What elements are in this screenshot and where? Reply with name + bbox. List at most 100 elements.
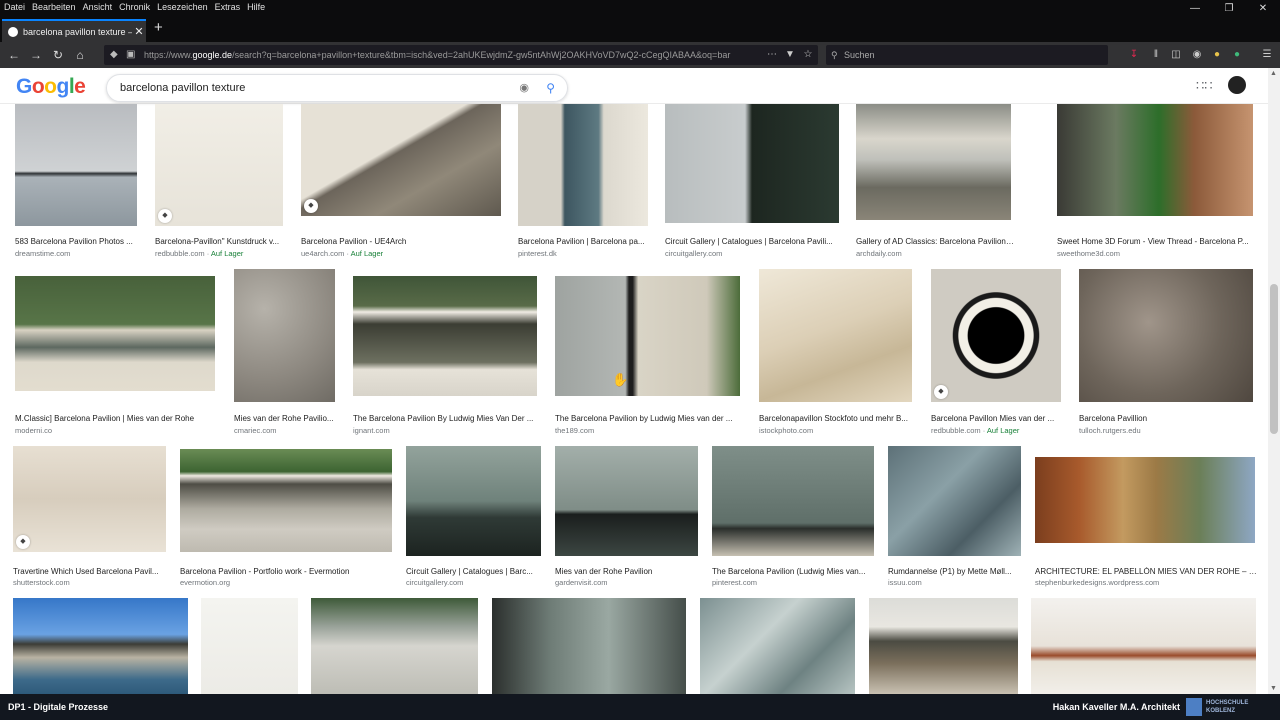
result-source[interactable]: redbubble.com · Auf Lager xyxy=(931,426,1065,435)
result-source[interactable]: the189.com xyxy=(555,426,744,435)
menu-extras[interactable]: Extras xyxy=(215,2,241,12)
result-thumbnail[interactable] xyxy=(234,269,335,402)
result-thumbnail[interactable] xyxy=(1079,269,1253,402)
result-source[interactable]: pinterest.dk xyxy=(518,249,652,258)
back-icon[interactable]: ← xyxy=(3,45,25,65)
result-caption[interactable]: Sweet Home 3D Forum - View Thread - Barc… xyxy=(1057,237,1257,246)
result-thumbnail[interactable] xyxy=(353,276,537,396)
new-tab-button[interactable]: + xyxy=(154,19,163,36)
result-caption[interactable]: Circuit Gallery | Catalogues | Barc... xyxy=(406,567,545,576)
result-thumbnail[interactable] xyxy=(665,104,839,223)
tab-google-search[interactable]: barcelona pavillon texture – Go ✕ xyxy=(2,19,146,42)
result-source[interactable]: sweethome3d.com xyxy=(1057,249,1257,258)
result-caption[interactable]: M.Classic] Barcelona Pavilion | Mies van… xyxy=(15,414,219,423)
result-source[interactable]: tulloch.rutgers.edu xyxy=(1079,426,1257,435)
result-thumbnail[interactable] xyxy=(555,446,698,556)
bookmark-star-icon[interactable]: ☆ xyxy=(800,45,816,65)
library-icon[interactable]: ‖ xyxy=(1148,45,1164,65)
tab-close-icon[interactable]: ✕ xyxy=(132,25,146,38)
result-source[interactable]: cmariec.com xyxy=(234,426,339,435)
result-thumbnail[interactable] xyxy=(1035,457,1255,543)
result-caption[interactable]: ARCHITECTURE: EL PABELLÓN MIES VAN DER R… xyxy=(1035,567,1259,576)
forward-icon[interactable]: → xyxy=(25,45,47,65)
menu-bearbeiten[interactable]: Bearbeiten xyxy=(32,2,76,12)
hamburger-menu-icon[interactable]: ☰ xyxy=(1259,45,1275,65)
result-thumbnail[interactable] xyxy=(712,446,874,556)
result-source[interactable]: issuu.com xyxy=(888,578,1025,587)
result-caption[interactable]: Barcelona Pavilion | Barcelona pa... xyxy=(518,237,652,246)
result-caption[interactable]: The Barcelona Pavilion by Ludwig Mies va… xyxy=(555,414,744,423)
scroll-down-icon[interactable]: ▼ xyxy=(1270,685,1277,692)
result-caption[interactable]: Barcelonapavillon Stockfoto und mehr B..… xyxy=(759,414,916,423)
extension-icon[interactable]: ● xyxy=(1209,45,1225,65)
menu-hilfe[interactable]: Hilfe xyxy=(247,2,265,12)
result-source[interactable]: circuitgallery.com xyxy=(665,249,843,258)
result-thumbnail[interactable] xyxy=(201,598,298,694)
extension-badge-icon[interactable]: ● xyxy=(1229,45,1245,65)
result-caption[interactable]: Circuit Gallery | Catalogues | Barcelona… xyxy=(665,237,843,246)
result-thumbnail[interactable] xyxy=(406,446,541,556)
scroll-up-icon[interactable]: ▲ xyxy=(1270,70,1277,77)
result-caption[interactable]: Barcelona Pavilion - UE4Arch xyxy=(301,237,505,246)
result-thumbnail[interactable] xyxy=(856,104,1011,220)
google-search-input[interactable]: barcelona pavillon texture ◉ ⚲ xyxy=(106,74,568,102)
result-caption[interactable]: Mies van der Rohe Pavilion xyxy=(555,567,702,576)
result-source[interactable]: istockphoto.com xyxy=(759,426,916,435)
page-actions-icon[interactable]: ⋯ xyxy=(764,45,780,65)
result-thumbnail[interactable]: ◆ xyxy=(13,446,166,552)
result-caption[interactable]: Travertine Which Used Barcelona Pavil... xyxy=(13,567,170,576)
result-caption[interactable]: Barcelona Pavilion - Portfolio work - Ev… xyxy=(180,567,396,576)
menu-datei[interactable]: Datei xyxy=(4,2,25,12)
result-thumbnail[interactable] xyxy=(1031,598,1256,694)
lock-icon[interactable]: ▣ xyxy=(126,45,135,65)
result-source[interactable]: stephenburkedesigns.wordpress.com xyxy=(1035,578,1259,587)
result-caption[interactable]: Gallery of AD Classics: Barcelona Pavili… xyxy=(856,237,1015,246)
result-caption[interactable]: Rumdannelse (P1) by Mette Møll... xyxy=(888,567,1025,576)
menu-ansicht[interactable]: Ansicht xyxy=(83,2,113,12)
result-source[interactable]: ignant.com xyxy=(353,426,541,435)
result-caption[interactable]: The Barcelona Pavilion By Ludwig Mies Va… xyxy=(353,414,541,423)
browser-search-box[interactable]: ⚲ Suchen xyxy=(826,45,1108,65)
result-caption[interactable]: Barcelona-Pavillon" Kunstdruck v... xyxy=(155,237,287,246)
result-thumbnail[interactable]: ◆ xyxy=(301,104,501,216)
result-thumbnail[interactable] xyxy=(888,446,1021,556)
result-caption[interactable]: Mies van der Rohe Pavilio... xyxy=(234,414,339,423)
google-logo[interactable]: Google xyxy=(16,75,86,99)
pocket-icon[interactable]: ▼ xyxy=(782,45,798,65)
result-thumbnail[interactable] xyxy=(15,104,137,226)
result-source[interactable]: circuitgallery.com xyxy=(406,578,545,587)
result-source[interactable]: ue4arch.com · Auf Lager xyxy=(301,249,505,258)
reload-icon[interactable]: ↻ xyxy=(47,45,69,65)
result-source[interactable]: dreamstime.com xyxy=(15,249,141,258)
result-caption[interactable]: 583 Barcelona Pavilion Photos ... xyxy=(15,237,141,246)
result-thumbnail[interactable] xyxy=(180,449,392,552)
result-thumbnail[interactable] xyxy=(311,598,478,694)
result-source[interactable]: pinterest.com xyxy=(712,578,878,587)
result-thumbnail[interactable] xyxy=(1057,104,1253,216)
sidebar-icon[interactable]: ◫ xyxy=(1168,45,1184,65)
result-thumbnail[interactable]: ◆ xyxy=(155,104,283,226)
account-icon[interactable]: ◉ xyxy=(1189,45,1205,65)
menu-chronik[interactable]: Chronik xyxy=(119,2,150,12)
apps-grid-icon[interactable]: ∷∷ xyxy=(1196,78,1213,94)
scroll-thumb[interactable] xyxy=(1270,284,1278,434)
result-thumbnail[interactable] xyxy=(555,276,740,396)
camera-icon[interactable]: ◉ xyxy=(519,75,529,101)
result-thumbnail[interactable]: ◆ xyxy=(931,269,1061,402)
result-thumbnail[interactable] xyxy=(869,598,1018,694)
result-source[interactable]: evermotion.org xyxy=(180,578,396,587)
result-caption[interactable]: Barcelona Pavillon Mies van der ... xyxy=(931,414,1065,423)
result-thumbnail[interactable] xyxy=(492,598,686,694)
result-source[interactable]: shutterstock.com xyxy=(13,578,170,587)
tracking-shield-icon[interactable]: ◆ xyxy=(110,45,118,65)
avatar[interactable] xyxy=(1228,76,1246,94)
result-thumbnail[interactable] xyxy=(15,276,215,391)
result-caption[interactable]: Barcelona Pavillion xyxy=(1079,414,1257,423)
search-icon[interactable]: ⚲ xyxy=(546,75,555,101)
result-thumbnail[interactable] xyxy=(518,104,648,226)
result-source[interactable]: moderni.co xyxy=(15,426,219,435)
home-icon[interactable]: ⌂ xyxy=(69,45,91,65)
result-source[interactable]: gardenvisit.com xyxy=(555,578,702,587)
result-thumbnail[interactable] xyxy=(759,269,912,402)
result-source[interactable]: archdaily.com xyxy=(856,249,1015,258)
